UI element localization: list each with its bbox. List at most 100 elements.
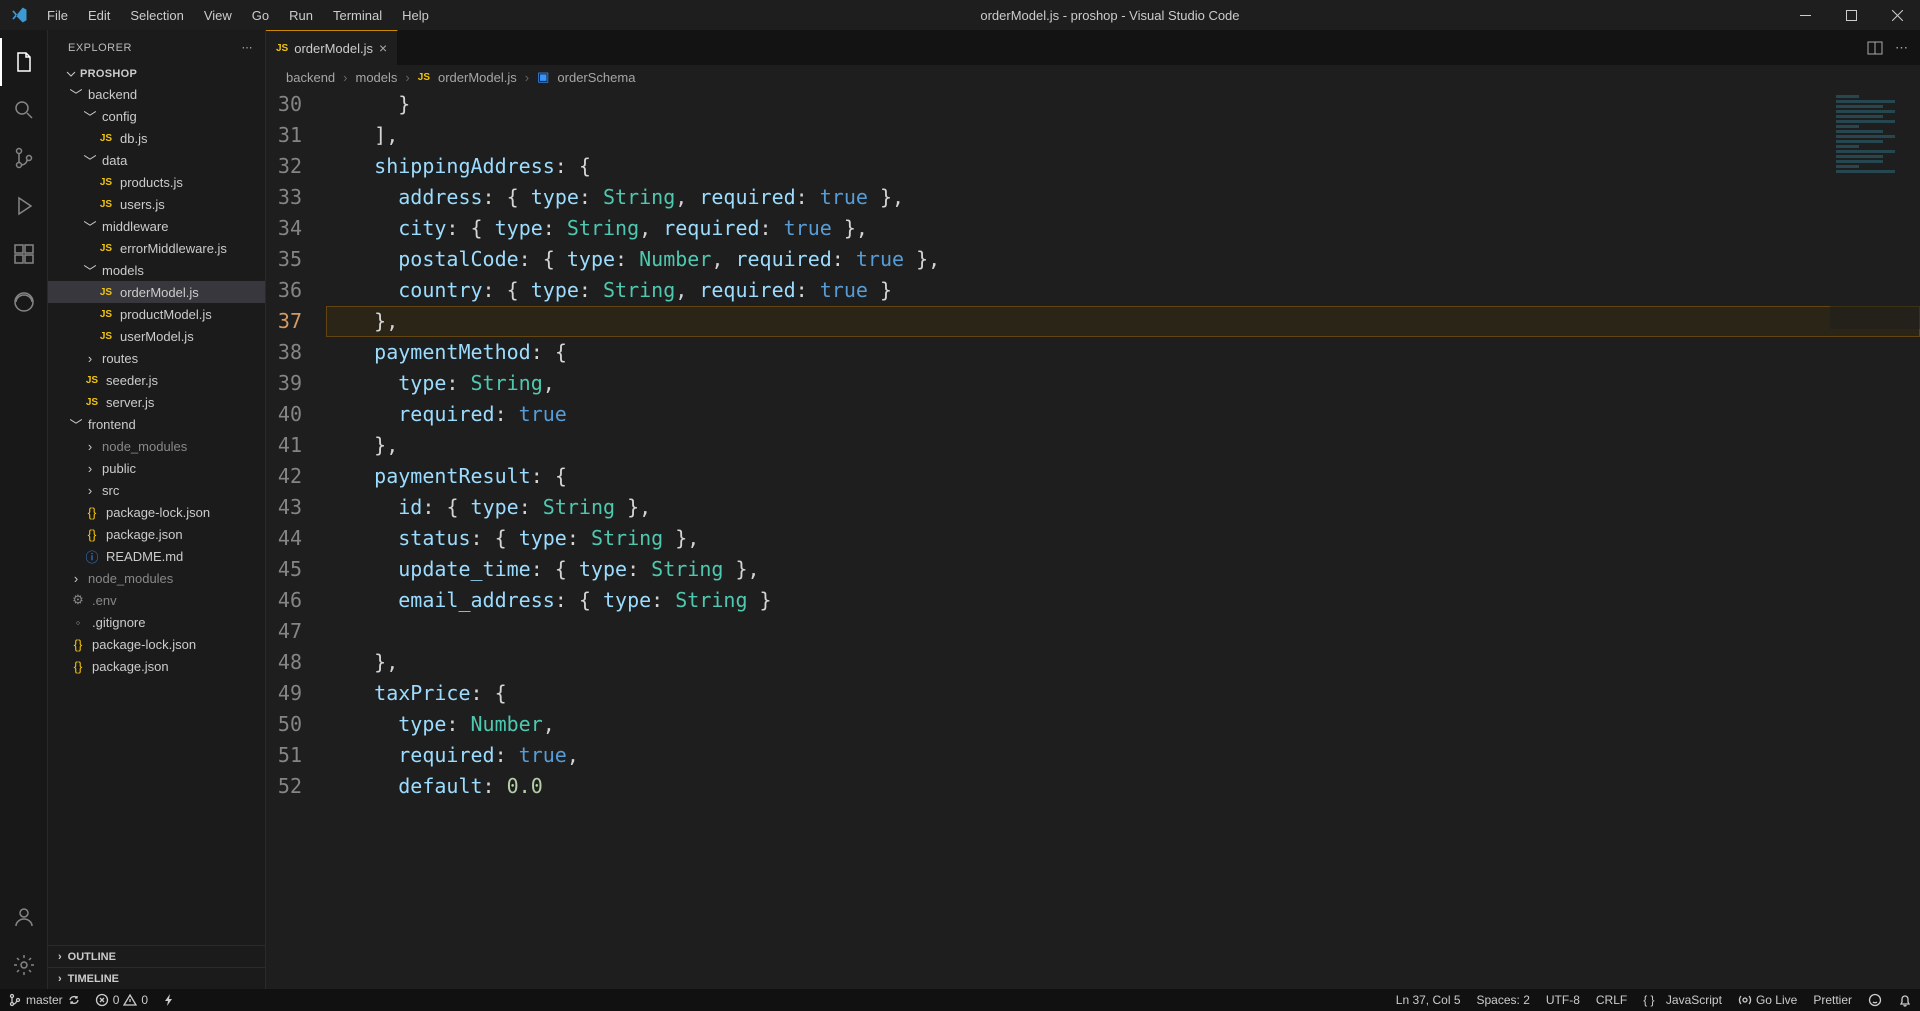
folder-label: middleware [102, 219, 168, 234]
menu-file[interactable]: File [38, 4, 77, 27]
menu-bar: File Edit Selection View Go Run Terminal… [38, 4, 438, 27]
menu-help[interactable]: Help [393, 4, 438, 27]
status-encoding[interactable]: UTF-8 [1546, 993, 1580, 1007]
title-bar: File Edit Selection View Go Run Terminal… [0, 0, 1920, 30]
folder-config[interactable]: ﹀config [48, 105, 265, 127]
maximize-icon [1846, 10, 1857, 21]
close-button[interactable] [1874, 0, 1920, 30]
gear-icon [12, 953, 36, 977]
activity-scm[interactable] [0, 134, 48, 182]
minimize-button[interactable] [1782, 0, 1828, 30]
tab-close-button[interactable]: × [379, 40, 387, 56]
folder-label: frontend [88, 417, 136, 432]
activity-settings[interactable] [0, 941, 48, 989]
status-eol[interactable]: CRLF [1596, 993, 1627, 1007]
panel-label: TIMELINE [68, 973, 119, 985]
menu-go[interactable]: Go [243, 4, 278, 27]
breadcrumb-seg[interactable]: orderSchema [557, 70, 635, 85]
menu-view[interactable]: View [195, 4, 241, 27]
menu-edit[interactable]: Edit [79, 4, 119, 27]
file-gitignore[interactable]: ◦.gitignore [48, 611, 265, 633]
file-pkg-root[interactable]: {}package.json [48, 655, 265, 677]
file-label: README.md [106, 549, 183, 564]
split-editor-button[interactable] [1867, 40, 1883, 56]
file-seeder[interactable]: JSseeder.js [48, 369, 265, 391]
file-user-model[interactable]: JSuserModel.js [48, 325, 265, 347]
file-error-middleware[interactable]: JSerrorMiddleware.js [48, 237, 265, 259]
status-bell[interactable] [1898, 993, 1912, 1007]
file-pkglock-root[interactable]: {}package-lock.json [48, 633, 265, 655]
file-product-model[interactable]: JSproductModel.js [48, 303, 265, 325]
folder-models[interactable]: ﹀models [48, 259, 265, 281]
folder-node-modules-fe[interactable]: ›node_modules [48, 435, 265, 457]
extensions-icon [12, 242, 36, 266]
status-prettier[interactable]: Prettier [1813, 993, 1852, 1007]
breadcrumb-seg[interactable]: orderModel.js [438, 70, 517, 85]
code-content[interactable]: } ], shippingAddress: { address: { type:… [326, 89, 1920, 989]
status-lang[interactable]: { } JavaScript [1643, 993, 1722, 1007]
file-label: .env [92, 593, 117, 608]
chevron-right-icon: › [343, 70, 347, 85]
folder-backend[interactable]: ﹀backend [48, 83, 265, 105]
status-spaces[interactable]: Spaces: 2 [1477, 993, 1530, 1007]
activity-search[interactable] [0, 86, 48, 134]
activity-extensions[interactable] [0, 230, 48, 278]
activity-edge[interactable] [0, 278, 48, 326]
file-pkg-fe[interactable]: {}package.json [48, 523, 265, 545]
editor-more-button[interactable]: ⋯ [1895, 40, 1908, 56]
timeline-panel[interactable]: ›TIMELINE [48, 967, 265, 989]
activity-account[interactable] [0, 893, 48, 941]
file-readme[interactable]: ⓘREADME.md [48, 545, 265, 567]
file-tree[interactable]: PROSHOP ﹀backend ﹀config JSdb.js ﹀data J… [48, 65, 265, 945]
menu-run[interactable]: Run [280, 4, 322, 27]
status-bar: master 0 0 Ln 37, Col 5 Spaces: 2 UTF-8 … [0, 989, 1920, 1011]
bell-icon [1898, 993, 1912, 1007]
explorer-more-button[interactable]: ⋯ [242, 41, 254, 54]
file-label: errorMiddleware.js [120, 241, 227, 256]
menu-selection[interactable]: Selection [121, 4, 192, 27]
tab-order-model[interactable]: JS orderModel.js × [266, 30, 398, 65]
file-db[interactable]: JSdb.js [48, 127, 265, 149]
activity-debug[interactable] [0, 182, 48, 230]
edge-icon [12, 290, 36, 314]
status-port[interactable] [162, 993, 176, 1007]
file-env[interactable]: ⚙.env [48, 589, 265, 611]
maximize-button[interactable] [1828, 0, 1874, 30]
outline-panel[interactable]: ›OUTLINE [48, 945, 265, 967]
chevron-down-icon [66, 69, 76, 79]
folder-public[interactable]: ›public [48, 457, 265, 479]
minimap[interactable] [1830, 89, 1920, 329]
folder-middleware[interactable]: ﹀middleware [48, 215, 265, 237]
status-problems[interactable]: 0 0 [95, 993, 148, 1007]
activity-bar [0, 30, 48, 989]
file-label: .gitignore [92, 615, 145, 630]
status-branch[interactable]: master [8, 993, 81, 1007]
file-order-model[interactable]: JSorderModel.js [48, 281, 265, 303]
file-label: server.js [106, 395, 154, 410]
folder-data[interactable]: ﹀data [48, 149, 265, 171]
code-editor[interactable]: 3031323334353637383940414243444546474849… [266, 89, 1920, 989]
folder-routes[interactable]: ›routes [48, 347, 265, 369]
project-root[interactable]: PROSHOP [48, 65, 265, 83]
breadcrumb-seg[interactable]: models [356, 70, 398, 85]
feedback-icon [1868, 993, 1882, 1007]
status-golive[interactable]: Go Live [1738, 993, 1797, 1007]
status-feedback[interactable] [1868, 993, 1882, 1007]
lang-label: JavaScript [1666, 993, 1722, 1007]
folder-label: data [102, 153, 127, 168]
file-products[interactable]: JSproducts.js [48, 171, 265, 193]
sync-icon[interactable] [67, 993, 81, 1007]
menu-terminal[interactable]: Terminal [324, 4, 391, 27]
activity-explorer[interactable] [0, 38, 48, 86]
account-icon [12, 905, 36, 929]
status-lncol[interactable]: Ln 37, Col 5 [1396, 993, 1461, 1007]
file-server[interactable]: JSserver.js [48, 391, 265, 413]
breadcrumb-seg[interactable]: backend [286, 70, 335, 85]
folder-node-modules-root[interactable]: ›node_modules [48, 567, 265, 589]
folder-src[interactable]: ›src [48, 479, 265, 501]
file-pkglock-fe[interactable]: {}package-lock.json [48, 501, 265, 523]
breadcrumb[interactable]: backend › models › JS orderModel.js › ▣ … [266, 65, 1920, 89]
close-icon [1892, 10, 1903, 21]
file-users[interactable]: JSusers.js [48, 193, 265, 215]
folder-frontend[interactable]: ﹀frontend [48, 413, 265, 435]
